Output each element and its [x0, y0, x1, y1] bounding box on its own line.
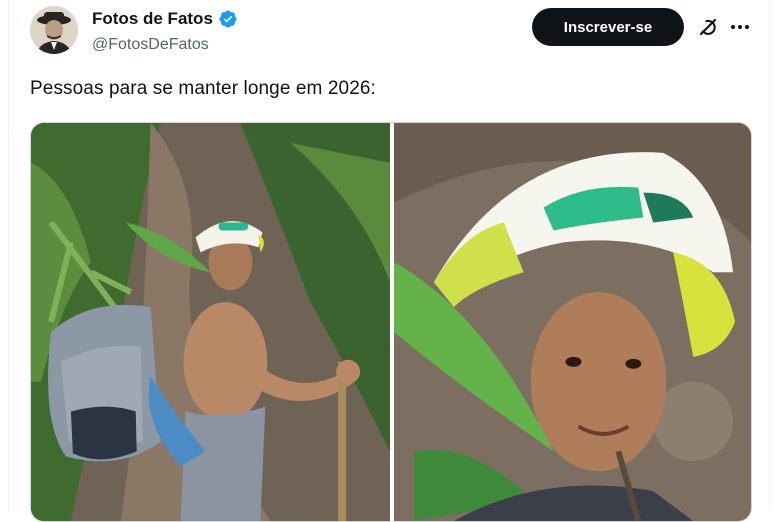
grok-icon[interactable] — [696, 15, 720, 39]
avatar[interactable] — [30, 6, 78, 54]
right-photo[interactable] — [394, 123, 751, 521]
more-options-icon[interactable] — [728, 15, 752, 39]
left-photo[interactable] — [31, 123, 390, 521]
tweet-text: Pessoas para se manter longe em 2026: — [30, 78, 376, 99]
display-name[interactable]: Fotos de Fatos — [92, 9, 213, 29]
handle[interactable]: @FotosDeFatos — [92, 36, 209, 54]
subscribe-button[interactable]: Inscrever-se — [532, 8, 684, 46]
media-grid — [30, 122, 752, 522]
verified-badge-icon[interactable] — [218, 9, 238, 29]
